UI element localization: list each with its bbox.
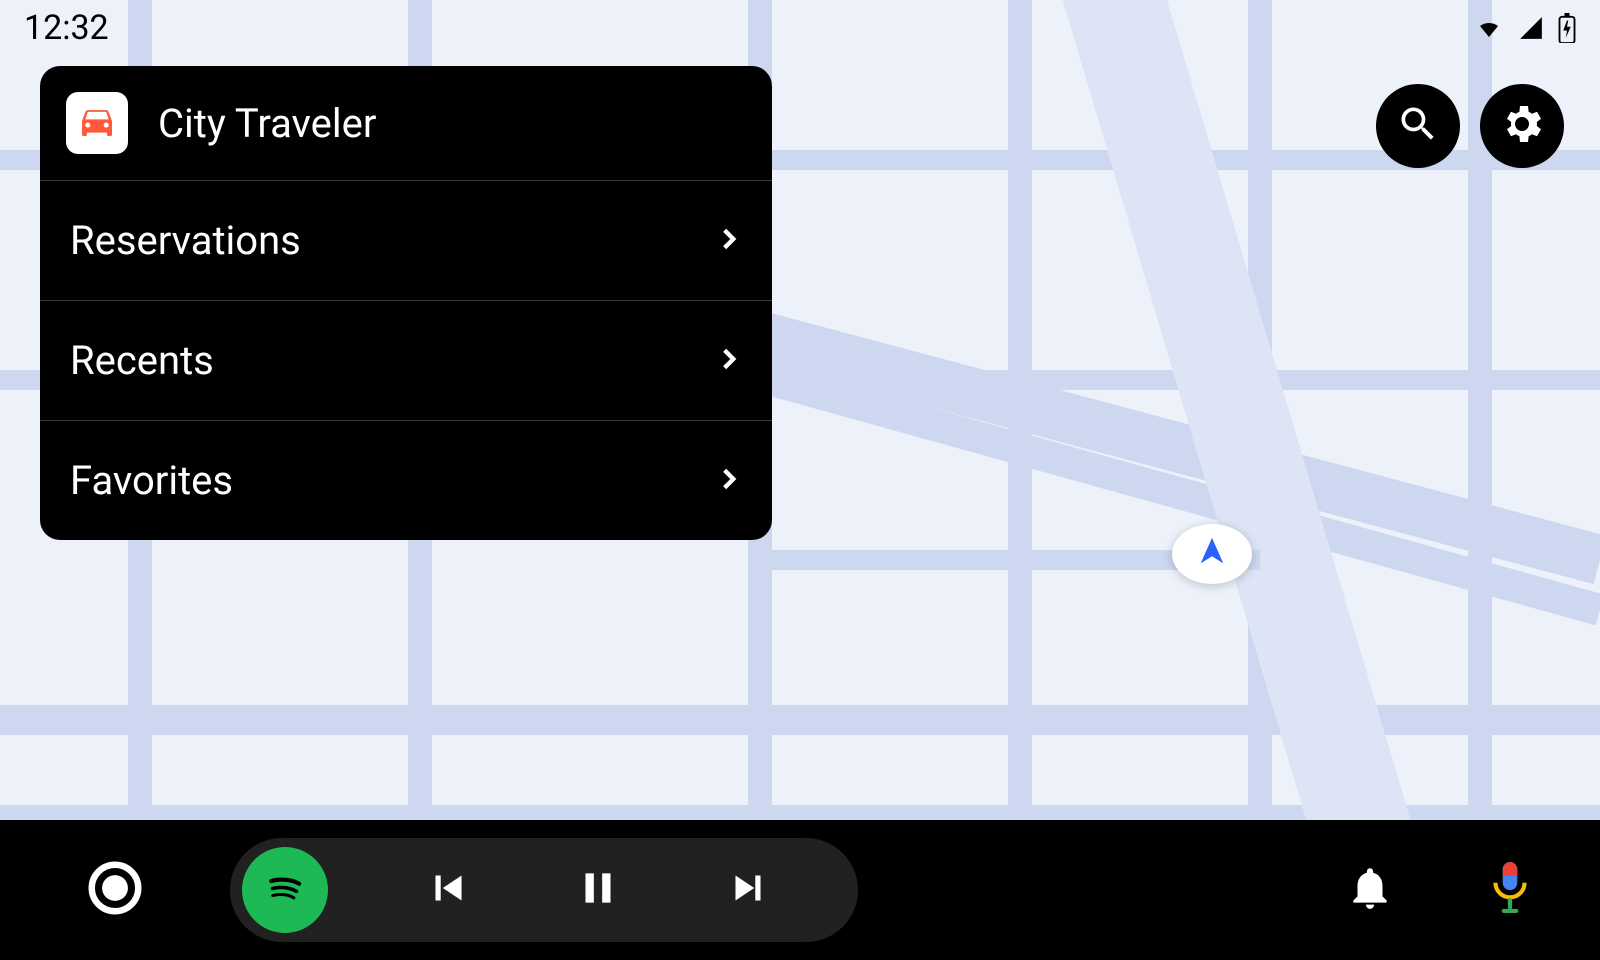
current-location-marker[interactable] [1172,524,1252,584]
cell-signal-icon [1516,15,1546,41]
skip-next-icon [723,863,773,917]
media-app-button[interactable] [242,847,328,933]
play-pause-button[interactable] [568,860,628,920]
next-track-button[interactable] [718,860,778,920]
menu-item-recents[interactable]: Recents [40,301,772,421]
clock: 12:32 [24,8,109,48]
google-mic-icon [1485,858,1535,922]
chevron-right-icon [716,346,742,376]
wifi-icon [1474,16,1504,40]
menu-item-favorites[interactable]: Favorites [40,421,772,540]
search-button[interactable] [1376,84,1460,168]
bottom-right-actions [1340,860,1540,920]
voice-assistant-button[interactable] [1480,860,1540,920]
skip-previous-icon [423,863,473,917]
search-icon [1396,102,1440,150]
car-icon [77,101,117,145]
status-bar: 12:32 [0,0,1600,56]
chevron-right-icon [716,226,742,256]
menu-label: Reservations [70,217,301,264]
previous-track-button[interactable] [418,860,478,920]
launcher-button[interactable] [80,855,150,925]
circle-icon [84,857,146,923]
settings-button[interactable] [1480,84,1564,168]
panel-header: City Traveler [40,66,772,181]
notifications-button[interactable] [1340,860,1400,920]
top-actions [1376,84,1564,168]
pause-icon [573,863,623,917]
battery-charging-icon [1558,13,1576,43]
bell-icon [1345,863,1395,917]
app-title: City Traveler [158,100,376,147]
menu-label: Favorites [70,457,233,504]
status-icons [1474,13,1576,43]
side-panel: City Traveler Reservations Recents Favor… [40,66,772,540]
menu-label: Recents [70,337,214,384]
gear-icon [1498,100,1546,152]
app-icon [66,92,128,154]
chevron-right-icon [716,466,742,496]
navigation-arrow-icon [1195,535,1229,573]
menu-item-reservations[interactable]: Reservations [40,181,772,301]
screen: 12:32 [0,0,1600,960]
media-controls [230,838,858,942]
spotify-icon [258,861,312,919]
bottom-bar [0,820,1600,960]
